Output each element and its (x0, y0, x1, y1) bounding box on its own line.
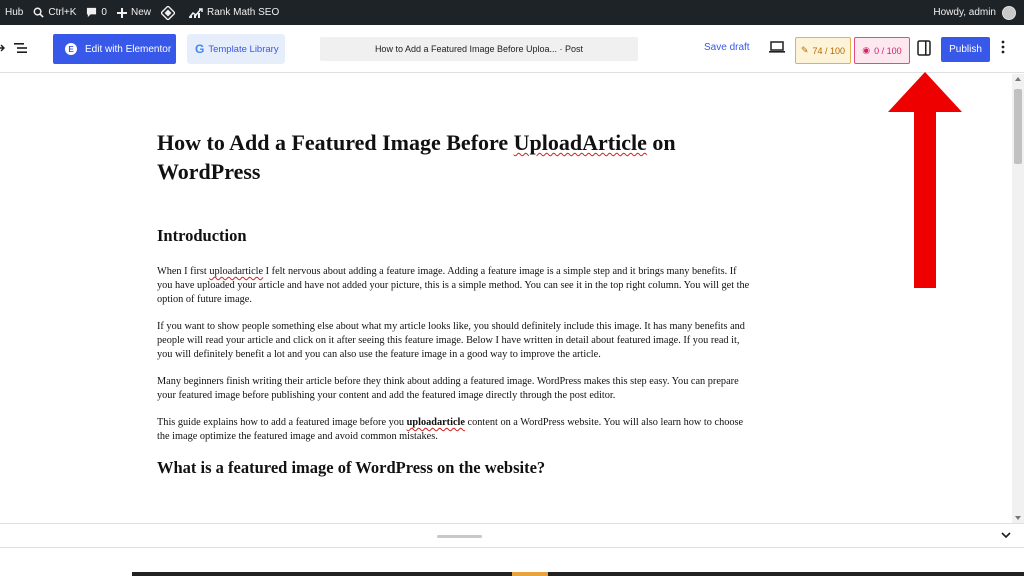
title-part: How to Add a Featured Image Before (157, 130, 514, 155)
editor-canvas[interactable]: How to Add a Featured Image Before Uploa… (0, 74, 1012, 523)
seo-score-value: 74 / 100 (812, 45, 846, 56)
heading-featured-image[interactable]: What is a featured image of WordPress on… (157, 457, 752, 479)
taskbar-edge (0, 572, 1024, 576)
greeting-text: Howdy, admin (933, 7, 996, 18)
desktop-preview-icon[interactable] (768, 40, 786, 54)
plugin-diamond-link[interactable] (156, 0, 184, 25)
rank-math-menu[interactable]: Rank Math SEO (184, 0, 284, 25)
plus-icon (116, 7, 127, 18)
content-ai-score-button[interactable]: ◉ 0 / 100 (854, 37, 910, 64)
paragraph-4[interactable]: This guide explains how to add a feature… (157, 416, 752, 444)
elementor-icon: E (65, 43, 77, 55)
misspelled-word: uploadarticle (209, 266, 264, 277)
scroll-down-arrow-icon[interactable] (1015, 516, 1021, 520)
red-arrow-annotation (888, 72, 962, 288)
list-view-icon[interactable] (14, 42, 28, 54)
scroll-up-arrow-icon[interactable] (1015, 77, 1021, 81)
document-title: How to Add a Featured Image Before Uploa… (374, 44, 584, 54)
paragraph-2[interactable]: If you want to show people something els… (157, 320, 752, 362)
google-g-icon: G (195, 42, 205, 56)
document-bar[interactable]: How to Add a Featured Image Before Uploa… (320, 37, 638, 61)
save-draft-button[interactable]: Save draft (704, 42, 750, 53)
command-search[interactable]: Ctrl+K (28, 0, 81, 25)
title-misspelled-word: UploadArticle (513, 130, 647, 155)
comment-icon (87, 7, 97, 18)
search-shortcut: Ctrl+K (48, 7, 77, 18)
post-content[interactable]: How to Add a Featured Image Before Uploa… (157, 128, 752, 497)
avatar (1002, 5, 1016, 20)
comments-count: 0 (101, 7, 107, 18)
kebab-menu-icon[interactable] (1000, 39, 1006, 55)
resize-handle[interactable] (437, 535, 482, 538)
back-arrow-icon[interactable] (0, 43, 6, 53)
taskbar-segment (132, 572, 512, 576)
content-ai-icon: ◉ (862, 45, 871, 55)
heading-introduction[interactable]: Introduction (157, 225, 752, 247)
paragraph-3[interactable]: Many beginners finish writing their arti… (157, 375, 752, 403)
sidebar-toggle-icon[interactable] (917, 40, 931, 56)
paragraph-1[interactable]: When I first uploadarticle I felt nervou… (157, 265, 752, 307)
template-library-button[interactable]: G Template Library (187, 34, 285, 64)
comments-link[interactable]: 0 (81, 0, 112, 25)
seo-score-icon: ✎ (800, 45, 809, 55)
new-label: New (130, 7, 151, 18)
rank-math-label: Rank Math SEO (207, 7, 280, 18)
content-ai-score-value: 0 / 100 (874, 45, 902, 56)
template-library-label: Template Library (208, 43, 279, 55)
admin-bar: Hub Ctrl+K 0 New Rank Math SEO Howdy, ad… (0, 0, 1024, 25)
hub-label: Hub (5, 7, 24, 18)
text-run: This guide explains how to add a feature… (157, 417, 407, 428)
rank-math-icon (189, 7, 203, 18)
taskbar-segment (512, 572, 548, 576)
chevron-down-icon[interactable] (1001, 531, 1011, 539)
new-content-link[interactable]: New (112, 0, 156, 25)
editor-header: E Edit with Elementor G Template Library… (0, 25, 1024, 73)
publish-label: Publish (949, 44, 982, 55)
diamond-logo-icon (161, 5, 175, 20)
elementor-label: Edit with Elementor (85, 43, 172, 55)
taskbar-segment (548, 572, 1024, 576)
edit-with-elementor-button[interactable]: E Edit with Elementor (53, 34, 176, 64)
vertical-scrollbar[interactable] (1012, 74, 1024, 523)
publish-button[interactable]: Publish (941, 37, 990, 62)
misspelled-word: uploadarticle (406, 417, 465, 428)
hub-link[interactable]: Hub (0, 0, 28, 25)
scrollbar-thumb[interactable] (1014, 89, 1022, 164)
text-run: When I first (157, 266, 210, 277)
bottom-strip (0, 549, 1024, 572)
post-title[interactable]: How to Add a Featured Image Before Uploa… (157, 128, 752, 186)
search-icon (33, 7, 45, 18)
account-menu[interactable]: Howdy, admin (933, 0, 1016, 25)
meta-boxes-panel (0, 523, 1024, 548)
seo-score-button[interactable]: ✎ 74 / 100 (795, 37, 851, 64)
